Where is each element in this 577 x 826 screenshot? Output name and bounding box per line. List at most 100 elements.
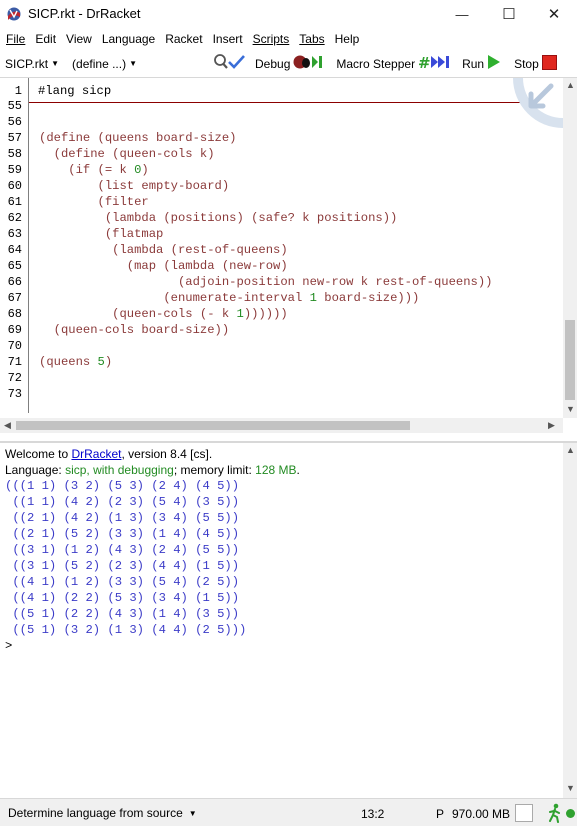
code-line: (queen-cols (- k 1)))))) bbox=[39, 307, 288, 321]
menu-view-label: View bbox=[66, 32, 92, 46]
debug-button[interactable]: Debug bbox=[255, 54, 326, 73]
language-prefix: Language: bbox=[5, 463, 66, 477]
menu-language[interactable]: Language bbox=[98, 32, 159, 46]
close-button[interactable]: ✕ bbox=[531, 0, 577, 28]
editor-horizontal-scroll-thumb[interactable] bbox=[16, 421, 410, 430]
code-text: board-size))) bbox=[316, 291, 420, 305]
chevron-down-icon: ▼ bbox=[188, 808, 197, 818]
editor-horizontal-scrollbar[interactable]: ◀ ▶ bbox=[0, 418, 563, 433]
menu-insert[interactable]: Insert bbox=[209, 32, 247, 46]
run-label: Run bbox=[462, 56, 485, 71]
code-line: (list empty-board) bbox=[39, 179, 230, 193]
code-line: (lambda (positions) (safe? k positions)) bbox=[39, 211, 398, 225]
scroll-right-icon[interactable]: ▶ bbox=[548, 420, 555, 431]
code-line: (flatmap bbox=[39, 227, 164, 241]
menu-racket-label: Racket bbox=[165, 32, 203, 46]
repl-output-line: ((4 1) (2 2) (5 3) (3 4) (1 5)) bbox=[5, 591, 240, 605]
code-text: (if (= k bbox=[39, 163, 135, 177]
code-line: (define (queen-cols k) bbox=[39, 147, 215, 161]
scroll-left-icon[interactable]: ◀ bbox=[4, 420, 11, 431]
code-line: (filter bbox=[39, 195, 149, 209]
language-name: sicp, with debugging bbox=[65, 463, 174, 477]
debug-icon bbox=[293, 54, 326, 73]
menu-tabs[interactable]: Tabs bbox=[295, 32, 328, 46]
line-number-gutter: 1 55 56 57 58 59 60 61 62 63 64 65 66 67 68 69 70 71 72 73 bbox=[0, 78, 29, 413]
menu-help-label: Help bbox=[334, 32, 360, 46]
definitions-editor[interactable]: 1 55 56 57 58 59 60 61 62 63 64 65 66 67 68 69 70 71 72 73… bbox=[0, 77, 577, 418]
line-number: 61 bbox=[7, 195, 22, 209]
maximize-button[interactable]: ☐ bbox=[486, 0, 532, 28]
code-text: ) bbox=[141, 163, 149, 177]
menu-file[interactable]: File bbox=[2, 32, 29, 46]
language-line: Language: sicp, with debugging; memory l… bbox=[5, 463, 300, 477]
repl-output-line: ((1 1) (4 2) (2 3) (5 4) (3 5)) bbox=[5, 495, 240, 509]
status-bar: Determine language from source ▼ 13:2 P … bbox=[0, 798, 577, 826]
welcome-prefix: Welcome to bbox=[5, 447, 72, 461]
scroll-up-icon[interactable]: ▲ bbox=[566, 445, 575, 455]
macro-stepper-button[interactable]: Macro Stepper # bbox=[336, 54, 452, 73]
line-number: 67 bbox=[7, 291, 22, 305]
repl-prompt[interactable]: > bbox=[5, 639, 12, 653]
code-number: 1 bbox=[309, 291, 317, 305]
stop-button[interactable]: Stop bbox=[514, 54, 557, 73]
menu-edit[interactable]: Edit bbox=[31, 32, 60, 46]
stop-icon bbox=[541, 54, 557, 73]
code-number: 1 bbox=[236, 307, 244, 321]
editor-vertical-scrollbar[interactable]: ▲ ▼ bbox=[563, 78, 577, 418]
svg-text:#: # bbox=[418, 54, 431, 70]
menu-language-label: Language bbox=[101, 32, 156, 46]
file-dropdown[interactable]: SICP.rkt ▼ bbox=[5, 57, 59, 71]
minimize-icon: — bbox=[455, 6, 469, 22]
memory-prefix: ; memory limit: bbox=[173, 463, 256, 477]
repl-output-line: ((5 1) (3 2) (1 3) (4 4) (2 5))) bbox=[5, 623, 247, 637]
menu-racket[interactable]: Racket bbox=[161, 32, 206, 46]
line-number: 60 bbox=[7, 179, 22, 193]
line-number: 1 bbox=[14, 84, 22, 98]
scroll-down-icon[interactable]: ▼ bbox=[566, 404, 575, 414]
menu-scripts[interactable]: Scripts bbox=[249, 32, 294, 46]
repl-output-line: ((2 1) (5 2) (3 3) (1 4) (4 5)) bbox=[5, 527, 240, 541]
welcome-line: Welcome to DrRacket, version 8.4 [cs]. bbox=[5, 447, 212, 461]
running-man-icon bbox=[547, 803, 563, 826]
menu-help[interactable]: Help bbox=[331, 32, 364, 46]
line-number: 59 bbox=[7, 163, 22, 177]
run-button[interactable]: Run bbox=[462, 54, 501, 73]
code-line: (map (lambda (new-row) bbox=[39, 259, 288, 273]
code-line: (adjoin-position new-row k rest-of-queen… bbox=[39, 275, 493, 289]
line-number: 70 bbox=[7, 339, 22, 353]
code-text: )))))) bbox=[243, 307, 288, 321]
memory-usage[interactable]: 970.00 MB bbox=[452, 807, 510, 821]
check-syntax-icon bbox=[213, 54, 245, 73]
editor-vertical-scroll-thumb[interactable] bbox=[565, 320, 575, 400]
language-select[interactable]: Determine language from source ▼ bbox=[8, 806, 197, 820]
line-number: 63 bbox=[7, 227, 22, 241]
scroll-down-icon[interactable]: ▼ bbox=[566, 783, 575, 793]
macro-stepper-icon: # bbox=[418, 54, 452, 73]
line-number: 69 bbox=[7, 323, 22, 337]
check-syntax-button[interactable] bbox=[213, 54, 245, 73]
title-bar: SICP.rkt - DrRacket — ☐ ✕ bbox=[0, 0, 577, 28]
menu-tabs-label: Tabs bbox=[299, 32, 325, 46]
macro-stepper-label: Macro Stepper bbox=[336, 56, 416, 71]
line-number: 57 bbox=[7, 131, 22, 145]
drracket-app-icon bbox=[7, 7, 21, 21]
code-line: (enumerate-interval 1 board-size))) bbox=[39, 291, 419, 305]
memory-suffix: . bbox=[296, 463, 300, 477]
code-line: (define (queens board-size) bbox=[39, 131, 237, 145]
debug-label: Debug bbox=[255, 56, 291, 71]
scroll-up-icon[interactable]: ▲ bbox=[566, 80, 575, 90]
menu-insert-label: Insert bbox=[212, 32, 243, 46]
drracket-link[interactable]: DrRacket bbox=[71, 447, 121, 461]
stop-label: Stop bbox=[514, 56, 539, 71]
menu-view[interactable]: View bbox=[62, 32, 96, 46]
chevron-down-icon: ▼ bbox=[51, 59, 60, 68]
run-icon bbox=[487, 54, 501, 73]
define-dropdown[interactable]: (define ...) ▼ bbox=[72, 57, 137, 71]
interactions-repl[interactable]: Welcome to DrRacket, version 8.4 [cs]. L… bbox=[0, 441, 577, 798]
menu-bar: File Edit View Language Racket Insert Sc… bbox=[0, 29, 577, 49]
repl-vertical-scrollbar[interactable]: ▲ ▼ bbox=[563, 443, 577, 798]
minimize-button[interactable]: — bbox=[439, 0, 485, 28]
line-number: 64 bbox=[7, 243, 22, 257]
code-line: (if (= k 0) bbox=[39, 163, 149, 177]
code-text: (queens bbox=[39, 355, 98, 369]
